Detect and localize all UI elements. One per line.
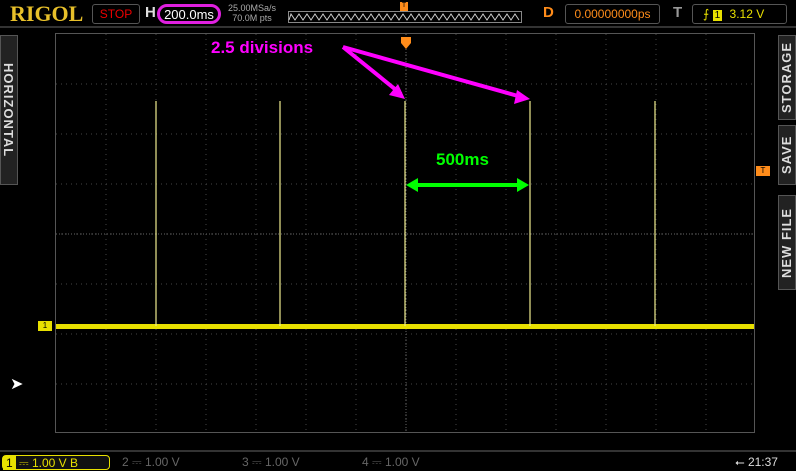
- horizontal-menu-label: HORIZONTAL: [1, 62, 16, 158]
- channel-2-number: 2: [122, 455, 129, 469]
- rising-edge-icon: ⨍: [703, 7, 710, 21]
- divisions-annotation: 2.5 divisions: [211, 38, 314, 57]
- ch1-offset-marker[interactable]: 1: [38, 321, 52, 331]
- annotation-arrow: [342, 45, 519, 98]
- status-tray: ⭠ 21:37: [735, 455, 778, 470]
- storage-label: STORAGE: [779, 41, 794, 114]
- channel-2-status[interactable]: 2 ⎓ 1.00 V: [122, 455, 230, 470]
- storage-menu-tab[interactable]: STORAGE: [778, 35, 796, 120]
- channel-4-status[interactable]: 4 ⎓ 1.00 V: [362, 455, 470, 470]
- memory-depth: 70.0M pts: [232, 13, 272, 23]
- trigger-level-marker[interactable]: T: [756, 166, 770, 176]
- arrowhead: [517, 178, 529, 192]
- trigger-level: 3.12 V: [729, 7, 765, 21]
- period-annotation: 500ms: [436, 150, 489, 169]
- channel-2-scale: 1.00 V: [144, 455, 180, 469]
- run-stop-status[interactable]: STOP: [92, 4, 140, 24]
- delay-label: D: [543, 4, 554, 21]
- waveform-display[interactable]: [55, 33, 755, 433]
- mouse-cursor-icon: ➤: [10, 376, 24, 393]
- clock: 21:37: [747, 455, 778, 469]
- trigger-label: T: [673, 4, 683, 21]
- trigger-position-marker: T: [400, 2, 408, 11]
- new-file-label: NEW FILE: [779, 207, 794, 278]
- channel-3-status[interactable]: 3 ⎓ 1.00 V: [242, 455, 350, 470]
- timebase-value[interactable]: 200.0ms: [157, 4, 221, 24]
- waveform-overview[interactable]: [288, 11, 522, 23]
- channel-4-number: 4: [362, 455, 369, 469]
- sample-rate: 25.00MSa/s: [228, 3, 277, 13]
- trigger-source: 1: [712, 10, 723, 21]
- channel-1-number: 1: [3, 456, 16, 470]
- trigger-settings[interactable]: ⨍ 1 3.12 V: [692, 4, 787, 24]
- dc-coupling-icon: ⎓: [19, 456, 29, 470]
- save-label: SAVE: [779, 135, 794, 175]
- save-button[interactable]: SAVE: [778, 125, 796, 185]
- horizontal-label: H: [145, 4, 156, 21]
- bandwidth-limit-icon: B: [70, 456, 79, 470]
- horizontal-menu-tab[interactable]: HORIZONTAL: [0, 35, 18, 185]
- arrowhead: [406, 178, 418, 192]
- top-status-bar: RIGOL STOP H 200.0ms 25.00MSa/s 70.0M pts…: [0, 0, 796, 28]
- new-file-button[interactable]: NEW FILE: [778, 195, 796, 290]
- acquisition-info: 25.00MSa/s 70.0M pts: [228, 3, 276, 23]
- trigger-time-marker: [401, 37, 411, 49]
- arrowhead: [514, 90, 530, 104]
- channel-1-scale: 1.00 V: [31, 456, 67, 470]
- usb-icon: ⭠: [735, 455, 745, 469]
- channel-3-scale: 1.00 V: [264, 455, 300, 469]
- rigol-logo: RIGOL: [10, 1, 84, 26]
- channel-1-status[interactable]: 1 ⎓ 1.00 V B: [2, 455, 110, 470]
- channel-3-number: 3: [242, 455, 249, 469]
- channel-4-scale: 1.00 V: [384, 455, 420, 469]
- delay-value[interactable]: 0.00000000ps: [565, 4, 660, 24]
